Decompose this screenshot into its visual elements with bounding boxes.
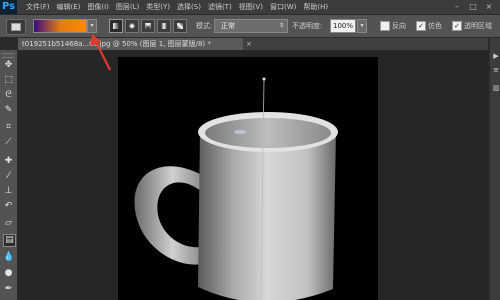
annotation-arrow [90, 34, 111, 71]
